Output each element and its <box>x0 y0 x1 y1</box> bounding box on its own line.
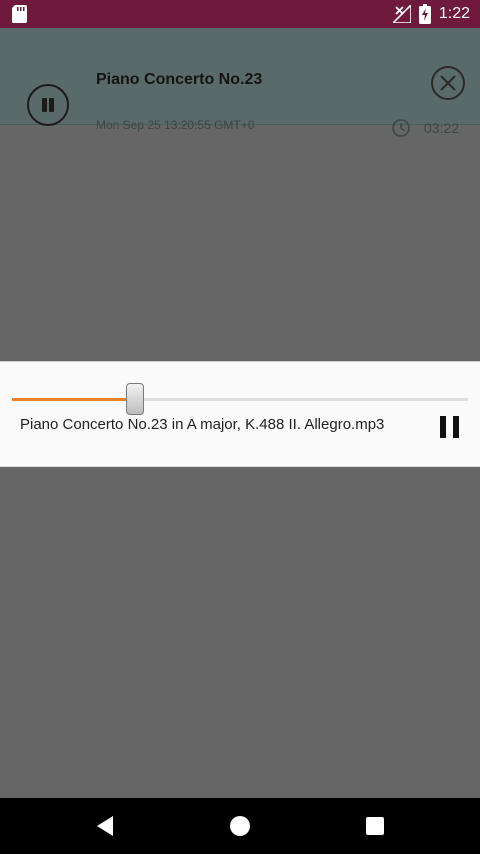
notification-title: Piano Concerto No.23 <box>96 71 263 88</box>
seek-bar-progress <box>12 398 136 401</box>
navigation-bar <box>0 798 480 854</box>
status-bar: 1:22 <box>0 0 480 28</box>
pause-button[interactable] <box>440 416 460 440</box>
notification-date: Mon Sep 25 13:20:55 GMT+0 <box>96 118 255 132</box>
seek-thumb[interactable] <box>126 383 145 415</box>
no-signal-icon <box>392 5 411 23</box>
home-icon[interactable] <box>230 816 250 836</box>
playback-notification[interactable]: Piano Concerto No.23 Mon Sep 25 13:20:55… <box>0 28 480 137</box>
status-time: 1:22 <box>438 5 470 22</box>
track-title: Piano Concerto No.23 in A major, K.488 I… <box>20 416 385 433</box>
back-icon[interactable] <box>95 815 115 837</box>
notification-duration: 03:22 <box>424 120 460 136</box>
recents-icon[interactable] <box>366 817 384 835</box>
sd-card-icon <box>12 5 27 23</box>
clock-icon <box>392 119 410 137</box>
pause-icon[interactable] <box>27 84 69 126</box>
close-icon[interactable] <box>430 65 466 101</box>
seek-bar[interactable] <box>12 398 468 401</box>
mini-player: Piano Concerto No.23 in A major, K.488 I… <box>0 361 480 467</box>
battery-charging-icon <box>418 4 431 24</box>
